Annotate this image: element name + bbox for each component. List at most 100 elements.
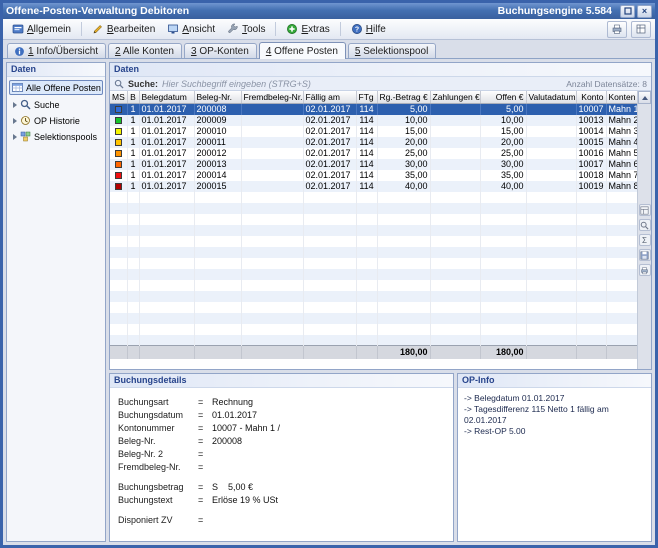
tab-alle-konten[interactable]: 2 Alle Konten — [108, 43, 182, 58]
op-info-caption: OP-Info — [458, 374, 651, 388]
app-window: Offene-Posten-Verwaltung Debitoren Buchu… — [0, 0, 658, 548]
record-count: Anzahl Datensätze: 8 — [566, 79, 647, 89]
table-row[interactable]: 101.01.201720001002.01.201711415,0015,00… — [110, 126, 637, 137]
op-info-line: -> Rest-OP 5.00 — [464, 426, 645, 437]
column-header-konto[interactable]: Konto — [576, 91, 606, 104]
menu-tools[interactable]: Tools — [222, 21, 270, 37]
empty-row — [110, 324, 637, 335]
menu-allgemein[interactable]: Allgemein — [7, 21, 76, 37]
search-icon — [114, 79, 124, 89]
column-header-faellig-am[interactable]: Fällig am — [303, 91, 356, 104]
op-info-panel: OP-Info -> Belegdatum 01.01.2017-> Tages… — [457, 373, 652, 542]
column-header-ms[interactable]: MS — [110, 91, 127, 104]
sidebar-item-selektionspools[interactable]: Selektionspools — [9, 130, 103, 143]
menu-label: Hilfe — [366, 24, 386, 35]
table-row[interactable]: 101.01.201720001502.01.201711440,0040,00… — [110, 181, 637, 192]
table-view-button[interactable] — [631, 21, 651, 38]
main-column: Daten Suche: Anzahl Datensätze: 8 — [109, 62, 652, 542]
column-header-ftg[interactable]: FTg — [356, 91, 377, 104]
scroll-up-button[interactable] — [638, 91, 651, 104]
detail-field: Buchungsdatum=01.01.2017 — [118, 409, 447, 422]
column-header-rg-betrag[interactable]: Rg.-Betrag € — [377, 91, 430, 104]
column-header-konten[interactable]: Konten — [606, 91, 637, 104]
menu-extras[interactable]: Extras — [281, 21, 334, 37]
sidebar-item-suche[interactable]: Suche — [9, 98, 103, 111]
search-input[interactable] — [162, 79, 562, 89]
column-header-zahlungen[interactable]: Zahlungen € — [430, 91, 480, 104]
empty-row — [110, 258, 637, 269]
table-row[interactable]: 101.01.201720001202.01.201711425,0025,00… — [110, 148, 637, 159]
close-button[interactable]: × — [637, 5, 652, 18]
save-icon[interactable] — [639, 249, 651, 261]
history-clock-icon — [20, 115, 31, 126]
menu-label: Allgemein — [27, 24, 71, 35]
menu-separator — [275, 22, 276, 36]
tab-info-uebersicht[interactable]: 1 Info/Übersicht — [7, 43, 106, 58]
detail-field: Kontonummer=10007 - Mahn 1 / — [118, 422, 447, 435]
dunning-level-swatch — [115, 128, 122, 135]
plus-icon — [286, 23, 298, 35]
grid-area: MS B Belegdatum Beleg-Nr. Fremdbeleg-Nr.… — [110, 91, 651, 369]
tab-offene-posten[interactable]: 4 Offene Posten — [259, 42, 346, 59]
tab-op-konten[interactable]: 3 OP-Konten — [184, 43, 257, 58]
dunning-level-swatch — [115, 183, 122, 190]
table-row[interactable]: 101.01.201720001402.01.201711435,0035,00… — [110, 170, 637, 181]
grid-caption: Daten — [110, 63, 651, 77]
empty-row — [110, 225, 637, 236]
total-betrag: 180,00 — [377, 346, 430, 359]
sidebar-item-label: Suche — [34, 100, 60, 110]
content-area: Daten Alle Offene Posten Suche — [3, 59, 655, 545]
menu-bar: Allgemein Bearbeiten Ansicht Tools Extra… — [3, 19, 655, 40]
sidebar-item-op-historie[interactable]: OP Historie — [9, 114, 103, 127]
empty-row — [110, 192, 637, 203]
sidebar-tree: Alle Offene Posten Suche OP Historie — [7, 77, 105, 146]
dunning-level-swatch — [115, 172, 122, 179]
detail-field: Disponiert ZV= — [118, 514, 447, 527]
menu-label: Ansicht — [182, 24, 215, 35]
print-icon[interactable] — [639, 264, 651, 276]
menu-bearbeiten[interactable]: Bearbeiten — [87, 21, 160, 37]
tab-label: 3 OP-Konten — [191, 46, 249, 57]
column-header-offen[interactable]: Offen € — [480, 91, 526, 104]
edit-pencil-icon — [92, 23, 104, 35]
menu-hilfe[interactable]: ? Hilfe — [346, 21, 391, 37]
table-row[interactable]: 101.01.201720000802.01.20171145,005,0010… — [110, 104, 637, 115]
tab-selektionspool[interactable]: 5 Selektionspool — [348, 43, 436, 58]
table-row[interactable]: 101.01.201720001102.01.201711420,0020,00… — [110, 137, 637, 148]
search-icon — [20, 99, 31, 110]
column-header-valutadatum[interactable]: Valutadatum — [526, 91, 576, 104]
sidebar-item-label: Alle Offene Posten — [26, 83, 101, 93]
sidebar-panel: Daten Alle Offene Posten Suche — [6, 62, 106, 542]
column-header-fremdbeleg-nr[interactable]: Fremdbeleg-Nr. — [241, 91, 303, 104]
open-items-table: MS B Belegdatum Beleg-Nr. Fremdbeleg-Nr.… — [110, 91, 637, 369]
restore-button[interactable] — [620, 5, 635, 18]
menu-ansicht[interactable]: Ansicht — [162, 21, 220, 37]
expander-icon[interactable] — [13, 118, 17, 124]
menu-separator — [340, 22, 341, 36]
printer-icon — [611, 23, 623, 35]
sidebar-item-alle-offene-posten[interactable]: Alle Offene Posten — [9, 80, 103, 95]
booking-details-panel: Buchungsdetails Buchungsart=RechnungBuch… — [109, 373, 454, 542]
dunning-level-swatch — [115, 150, 122, 157]
menu-label: Extras — [301, 24, 329, 35]
allgemein-icon — [12, 23, 24, 35]
empty-row — [110, 302, 637, 313]
table-row[interactable]: 101.01.201720000902.01.201711410,0010,00… — [110, 115, 637, 126]
wrench-icon — [227, 23, 239, 35]
customize-grid-icon[interactable] — [639, 204, 651, 216]
print-button[interactable] — [607, 21, 627, 38]
search-label: Suche: — [128, 79, 158, 89]
menu-separator — [81, 22, 82, 36]
expander-icon[interactable] — [13, 134, 17, 140]
column-header-beleg-nr[interactable]: Beleg-Nr. — [194, 91, 241, 104]
column-header-b[interactable]: B — [127, 91, 139, 104]
sum-icon[interactable]: Σ — [639, 234, 651, 246]
table-icon — [635, 23, 647, 35]
restore-icon — [624, 7, 632, 15]
table-row[interactable]: 101.01.201720001302.01.201711430,0030,00… — [110, 159, 637, 170]
column-header-belegdatum[interactable]: Belegdatum — [139, 91, 194, 104]
details-body: Buchungsart=RechnungBuchungsdatum=01.01.… — [110, 388, 453, 541]
expander-icon[interactable] — [13, 102, 17, 108]
search-icon[interactable] — [639, 219, 651, 231]
dunning-level-swatch — [115, 106, 122, 113]
